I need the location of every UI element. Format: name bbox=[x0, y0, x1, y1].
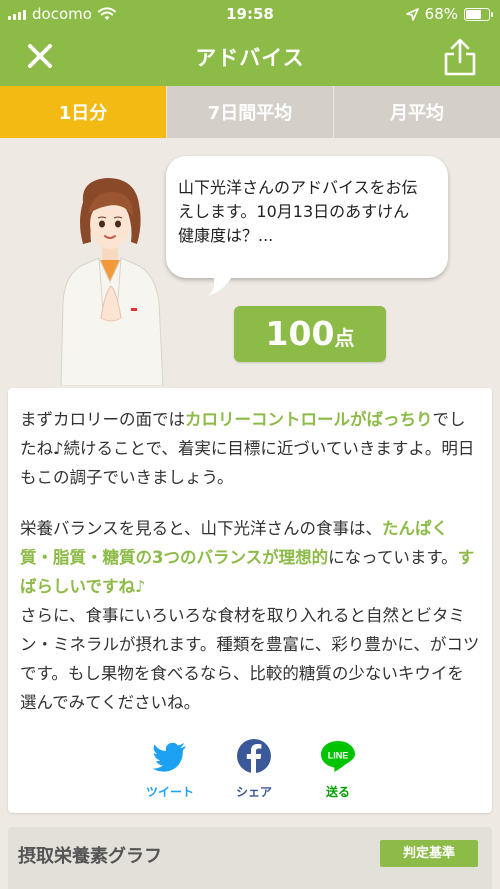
speech-bubble: 山下光洋さんのアドバイスをお伝 えします。10月13日のあすけん 健康度は？..… bbox=[166, 156, 448, 278]
facebook-share-label: シェア bbox=[235, 785, 272, 799]
battery-percent: 68% bbox=[424, 5, 458, 23]
speech-bubble-tail bbox=[208, 270, 234, 296]
battery-icon bbox=[464, 7, 493, 21]
share-icon[interactable] bbox=[440, 36, 480, 78]
twitter-icon bbox=[152, 742, 186, 772]
health-score-value: 100 bbox=[265, 314, 335, 353]
advice-text: まずカロリーの面では bbox=[20, 410, 185, 429]
advice-paragraph-balance: 栄養バランスを見ると、山下光洋さんの食事は、たんぱく質・脂質・糖質の3つのバラン… bbox=[20, 514, 480, 601]
twitter-share-label: ツイート bbox=[145, 785, 194, 799]
advice-text: になっています。 bbox=[328, 548, 458, 567]
advice-highlight: カロリーコントロールがばっちり bbox=[185, 410, 433, 429]
battery-level bbox=[466, 9, 481, 19]
nutrient-graph-card: 摂取栄養素グラフ 判定基準 bbox=[8, 827, 492, 889]
advice-text: 栄養バランスを見ると、山下光洋さんの食事は、 bbox=[20, 519, 383, 538]
location-arrow-icon bbox=[405, 7, 419, 21]
social-share-row: ツイート シェア LINE 送る bbox=[8, 738, 492, 799]
health-score-unit: 点 bbox=[334, 326, 355, 350]
bubble-line-2: えします。10月13日のあすけん bbox=[178, 202, 410, 221]
status-bar: docomo 19:58 68% bbox=[0, 0, 500, 28]
advisor-illustration bbox=[60, 178, 164, 386]
page-title: アドバイス bbox=[195, 46, 305, 70]
criteria-button[interactable]: 判定基準 bbox=[380, 840, 478, 867]
tab-7day-average[interactable]: 7日間平均 bbox=[167, 86, 334, 138]
health-score-badge: 100点 bbox=[234, 306, 386, 362]
advice-paragraph-vitamins: さらに、食事にいろいろな食材を取り入れると自然とビタミン・ミネラルが摂れます。種… bbox=[20, 606, 480, 712]
facebook-share-button[interactable]: シェア bbox=[214, 738, 294, 807]
period-tabs: 1日分 7日間平均 月平均 bbox=[0, 86, 500, 138]
nav-bar: アドバイス bbox=[0, 28, 500, 86]
advice-card: まずカロリーの面ではカロリーコントロールがばっちりでしたね♪続けることで、着実に… bbox=[8, 388, 492, 813]
tab-1day[interactable]: 1日分 bbox=[0, 86, 167, 138]
bubble-line-3: 健康度は？... bbox=[178, 226, 274, 245]
line-share-button[interactable]: LINE 送る bbox=[298, 738, 378, 807]
line-icon: LINE bbox=[321, 741, 355, 772]
tab-monthly-average[interactable]: 月平均 bbox=[334, 86, 500, 138]
line-share-label: 送る bbox=[325, 785, 350, 799]
facebook-icon bbox=[237, 739, 271, 773]
status-right: 68% bbox=[405, 5, 493, 23]
line-logo-text: LINE bbox=[328, 751, 349, 761]
advice-paragraph-calories: まずカロリーの面ではカロリーコントロールがばっちりでしたね♪続けることで、着実に… bbox=[20, 405, 480, 492]
nutrient-graph-title: 摂取栄養素グラフ bbox=[18, 846, 162, 867]
twitter-share-button[interactable]: ツイート bbox=[130, 738, 210, 807]
bubble-line-1: 山下光洋さんのアドバイスをお伝 bbox=[178, 178, 418, 197]
